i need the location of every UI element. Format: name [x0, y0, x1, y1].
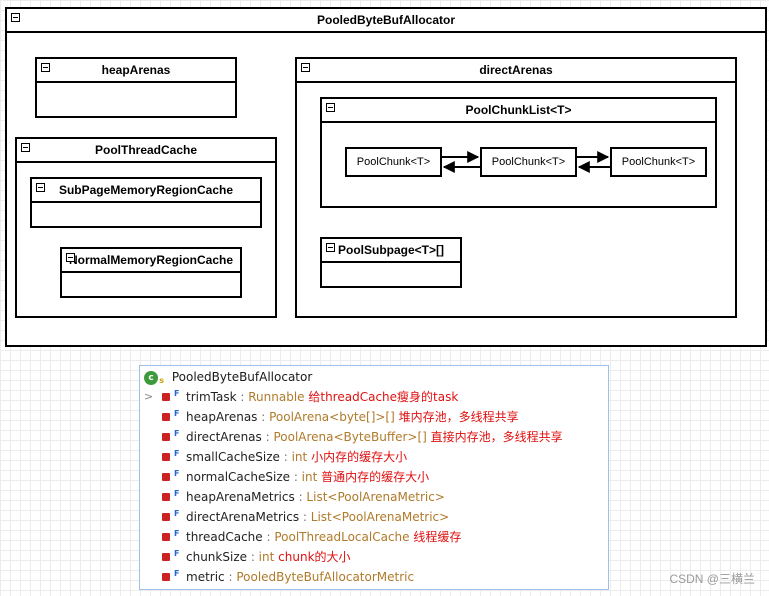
class-icon: cs — [144, 370, 164, 385]
structure-panel: cs PooledByteBufAllocator > FtrimTask : R… — [139, 365, 609, 590]
final-marker-icon: F — [174, 469, 180, 478]
field-name: trimTask — [186, 390, 237, 404]
field-type: Runnable — [248, 390, 305, 404]
final-marker-icon: F — [174, 429, 180, 438]
field-type: PoolArena<ByteBuffer>[] — [273, 430, 427, 444]
field-text: heapArenas : PoolArena<byte[]>[] 堆内存池，多线… — [186, 407, 519, 427]
final-marker-icon: F — [174, 489, 180, 498]
subpage-header: PoolSubpage<T>[] — [322, 239, 460, 263]
field-comment: 给threadCache瘦身的task — [308, 390, 459, 404]
field-icon — [162, 573, 170, 581]
field-row[interactable]: Fmetric : PooledByteBufAllocatorMetric — [140, 567, 608, 587]
field-text: heapArenaMetrics : List<PoolArenaMetric> — [186, 487, 445, 507]
field-comment: 堆内存池，多线程共享 — [398, 410, 519, 424]
field-type: List<PoolArenaMetric> — [306, 490, 445, 504]
field-row[interactable]: > FtrimTask : Runnable 给threadCache瘦身的tas… — [140, 387, 608, 407]
field-row[interactable]: FheapArenaMetrics : List<PoolArenaMetric… — [140, 487, 608, 507]
field-row[interactable]: FdirectArenas : PoolArena<ByteBuffer>[] … — [140, 427, 608, 447]
field-name: directArenas — [186, 430, 262, 444]
final-marker-icon: F — [174, 529, 180, 538]
field-text: smallCacheSize : int 小内存的缓存大小 — [186, 447, 407, 467]
field-row[interactable]: FthreadCache : PoolThreadLocalCache 线程缓存 — [140, 527, 608, 547]
field-icon — [162, 413, 170, 421]
field-icon — [162, 453, 170, 461]
field-name: smallCacheSize — [186, 450, 280, 464]
field-icon — [162, 473, 170, 481]
field-type: PoolThreadLocalCache — [274, 530, 410, 544]
field-type: int — [291, 450, 308, 464]
final-marker-icon: F — [174, 569, 180, 578]
field-separator: : — [262, 530, 275, 544]
field-name: directArenaMetrics — [186, 510, 300, 524]
field-type: List<PoolArenaMetric> — [310, 510, 450, 524]
field-separator: : — [224, 570, 237, 584]
field-separator: : — [247, 550, 259, 564]
field-text: normalCacheSize : int 普通内存的缓存大小 — [186, 467, 429, 487]
field-separator: : — [299, 510, 311, 524]
final-marker-icon: F — [174, 409, 180, 418]
field-icon — [162, 513, 170, 521]
field-type: PooledByteBufAllocatorMetric — [236, 570, 415, 584]
field-icon — [162, 553, 170, 561]
field-separator: : — [294, 490, 307, 504]
field-icon — [162, 533, 170, 541]
field-name: chunkSize — [186, 550, 247, 564]
field-row[interactable]: FdirectArenaMetrics : List<PoolArenaMetr… — [140, 507, 608, 527]
field-icon — [162, 493, 170, 501]
field-separator: : — [261, 430, 274, 444]
field-separator: : — [290, 470, 302, 484]
field-type: PoolArena<byte[]>[] — [269, 410, 395, 424]
field-name: threadCache — [186, 530, 263, 544]
field-separator: : — [257, 410, 270, 424]
field-separator: : — [279, 450, 292, 464]
field-name: normalCacheSize — [186, 470, 290, 484]
field-comment: 小内存的缓存大小 — [311, 450, 408, 464]
field-comment: 直接内存池，多线程共享 — [430, 430, 563, 444]
field-comment: 普通内存的缓存大小 — [321, 470, 430, 484]
final-marker-icon: F — [174, 449, 180, 458]
field-row[interactable]: FsmallCacheSize : int 小内存的缓存大小 — [140, 447, 608, 467]
field-text: trimTask : Runnable 给threadCache瘦身的task — [186, 387, 458, 407]
watermark: CSDN @三横兰 — [669, 572, 755, 586]
field-row[interactable]: FnormalCacheSize : int 普通内存的缓存大小 — [140, 467, 608, 487]
subpage-title: PoolSubpage<T>[] — [338, 243, 445, 257]
field-separator: : — [236, 390, 249, 404]
field-text: chunkSize : int chunk的大小 — [186, 547, 351, 567]
final-marker-icon: F — [174, 389, 180, 398]
field-text: directArenaMetrics : List<PoolArenaMetri… — [186, 507, 449, 527]
field-type: int — [258, 550, 275, 564]
field-text: threadCache : PoolThreadLocalCache 线程缓存 — [186, 527, 461, 547]
field-name: metric — [186, 570, 225, 584]
field-row[interactable]: FheapArenas : PoolArena<byte[]>[] 堆内存池，多… — [140, 407, 608, 427]
field-name: heapArenaMetrics — [186, 490, 295, 504]
field-row[interactable]: FchunkSize : int chunk的大小 — [140, 547, 608, 567]
expand-chevron-icon[interactable]: > — [144, 387, 153, 407]
field-icon — [162, 393, 170, 401]
field-comment: 线程缓存 — [413, 530, 462, 544]
field-name: heapArenas — [186, 410, 258, 424]
field-text: directArenas : PoolArena<ByteBuffer>[] 直… — [186, 427, 563, 447]
final-marker-icon: F — [174, 549, 180, 558]
final-marker-icon: F — [174, 509, 180, 518]
collapse-icon[interactable] — [326, 243, 335, 252]
structure-class-header[interactable]: cs PooledByteBufAllocator — [144, 367, 312, 387]
subpage-box[interactable]: PoolSubpage<T>[] — [320, 237, 462, 288]
field-comment: chunk的大小 — [278, 550, 351, 564]
field-text: metric : PooledByteBufAllocatorMetric — [186, 567, 414, 587]
field-type: int — [301, 470, 318, 484]
structure-class-name: PooledByteBufAllocator — [171, 370, 313, 384]
field-icon — [162, 433, 170, 441]
